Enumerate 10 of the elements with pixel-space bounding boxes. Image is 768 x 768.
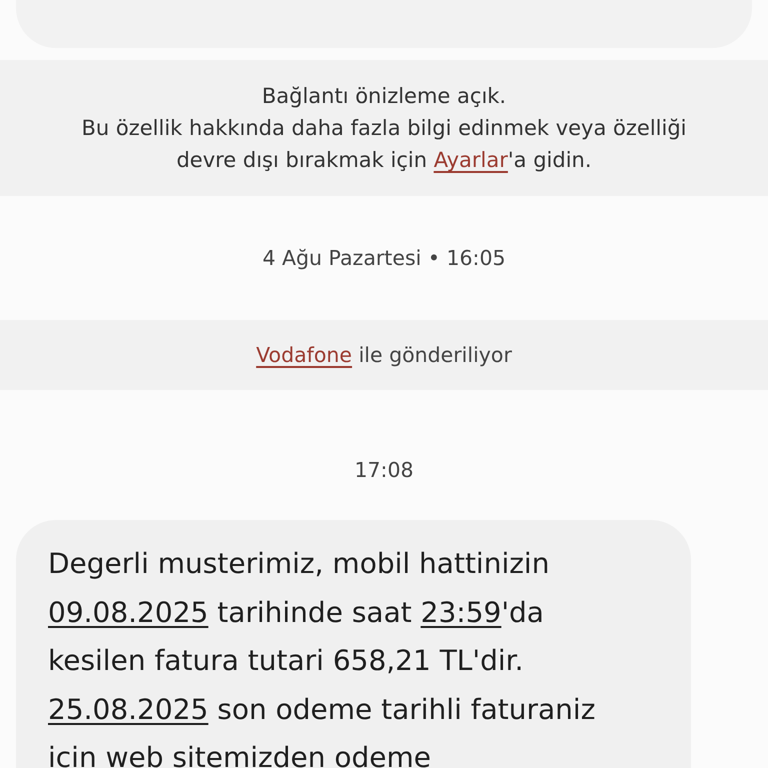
notice-text: Bağlantı önizleme açık. Bu özellik hakkında daha fazla bilgi edinmek veya özelliği devre dışı bırakmak için Ayarlar'a gidin. bbox=[82, 83, 686, 174]
link[interactable]: 23:59 bbox=[420, 596, 502, 628]
link[interactable]: 09.08.2025 bbox=[48, 596, 208, 628]
date-header: 4 Ağu Pazartesi • 16:05 bbox=[261, 246, 507, 270]
message-text: Degerli musterimiz, mobil hattinizin 09.08.2025 tarihinde saat 23:59'da kesilen fatura tutari 658,21 TL'dir. 25.08.2025 son odeme tarihli faturaniz icin web sitemizden odeme bbox=[48, 546, 596, 768]
sender-text: Vodafone ile gönderiliyor bbox=[256, 343, 512, 367]
link[interactable]: 25.08.2025 bbox=[48, 692, 208, 726]
link[interactable]: Vodafone bbox=[256, 343, 352, 367]
message-time: 17:08 bbox=[353, 458, 415, 482]
link[interactable]: Ayarlar bbox=[434, 148, 508, 172]
